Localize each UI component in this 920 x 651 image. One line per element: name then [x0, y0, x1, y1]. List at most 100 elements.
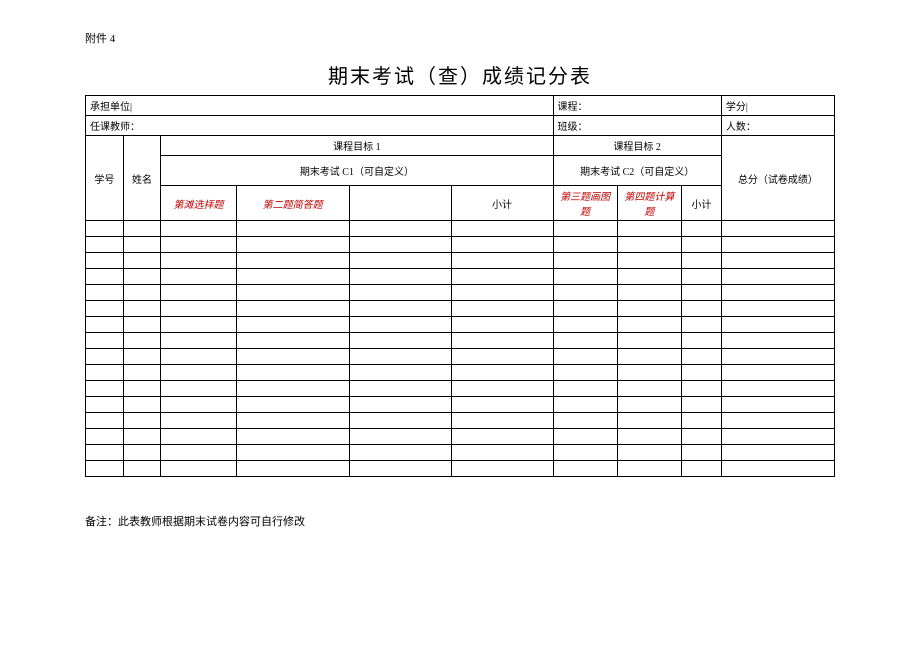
table-row [86, 221, 835, 237]
table-cell [721, 301, 834, 317]
table-cell [86, 429, 124, 445]
table-cell [123, 429, 161, 445]
col-mubiao1: 课程目标 1 [161, 136, 553, 156]
table-cell [161, 237, 236, 253]
table-cell [161, 397, 236, 413]
table-cell [553, 269, 617, 285]
table-cell [161, 429, 236, 445]
table-cell [682, 253, 722, 269]
table-cell [682, 445, 722, 461]
table-cell [123, 397, 161, 413]
table-cell [451, 301, 553, 317]
table-cell [721, 429, 834, 445]
table-cell [86, 285, 124, 301]
table-cell [236, 429, 349, 445]
table-cell [86, 317, 124, 333]
table-cell [349, 381, 451, 397]
table-cell [123, 237, 161, 253]
table-cell [161, 349, 236, 365]
table-cell [617, 349, 681, 365]
table-cell [123, 413, 161, 429]
table-cell [682, 461, 722, 477]
table-cell [349, 285, 451, 301]
info-row-1: 承担单位| 课程： 学分| [86, 96, 835, 116]
table-cell [123, 221, 161, 237]
table-cell [236, 285, 349, 301]
table-cell [161, 381, 236, 397]
table-cell [617, 317, 681, 333]
table-cell [617, 381, 681, 397]
count-label: 人数： [721, 116, 834, 136]
table-cell [451, 461, 553, 477]
info-row-2: 任课教师： 班级： 人数： [86, 116, 835, 136]
table-row [86, 253, 835, 269]
class-label: 班级： [553, 116, 721, 136]
table-cell [721, 445, 834, 461]
col-q4: 第四题计算题 [617, 186, 681, 221]
table-cell [682, 237, 722, 253]
table-cell [682, 269, 722, 285]
col-mubiao2: 课程目标 2 [553, 136, 721, 156]
table-cell [617, 429, 681, 445]
table-cell [451, 269, 553, 285]
table-cell [617, 413, 681, 429]
table-cell [451, 365, 553, 381]
table-cell [721, 397, 834, 413]
table-row [86, 237, 835, 253]
table-cell [451, 317, 553, 333]
table-cell [236, 445, 349, 461]
table-row [86, 397, 835, 413]
table-cell [236, 333, 349, 349]
table-cell [349, 237, 451, 253]
table-cell [617, 461, 681, 477]
col-xuehao: 学号 [86, 136, 124, 221]
table-cell [349, 253, 451, 269]
table-cell [553, 445, 617, 461]
table-cell [721, 381, 834, 397]
table-cell [553, 301, 617, 317]
table-cell [721, 317, 834, 333]
col-zongfen: 总分（试卷成绩） [721, 136, 834, 221]
table-cell [451, 333, 553, 349]
table-cell [721, 237, 834, 253]
col-xingming: 姓名 [123, 136, 161, 221]
table-cell [161, 413, 236, 429]
table-cell [86, 237, 124, 253]
table-cell [553, 413, 617, 429]
table-cell [123, 365, 161, 381]
table-cell [617, 333, 681, 349]
table-cell [553, 221, 617, 237]
table-row [86, 429, 835, 445]
table-cell [86, 365, 124, 381]
table-cell [682, 285, 722, 301]
table-cell [123, 381, 161, 397]
table-cell [236, 221, 349, 237]
table-cell [682, 221, 722, 237]
table-row [86, 333, 835, 349]
table-cell [236, 397, 349, 413]
table-cell [617, 365, 681, 381]
table-cell [617, 285, 681, 301]
table-cell [236, 413, 349, 429]
table-cell [617, 301, 681, 317]
table-cell [86, 349, 124, 365]
table-cell [617, 397, 681, 413]
table-cell [161, 317, 236, 333]
teacher-label: 任课教师： [86, 116, 554, 136]
table-cell [682, 317, 722, 333]
table-cell [682, 333, 722, 349]
table-cell [721, 333, 834, 349]
table-cell [123, 269, 161, 285]
table-cell [161, 285, 236, 301]
table-cell [161, 301, 236, 317]
table-cell [553, 429, 617, 445]
table-cell [721, 413, 834, 429]
table-cell [236, 237, 349, 253]
table-cell [86, 269, 124, 285]
table-cell [236, 253, 349, 269]
table-cell [553, 237, 617, 253]
table-cell [236, 301, 349, 317]
attachment-label: 附件 4 [85, 30, 835, 46]
table-row [86, 301, 835, 317]
table-cell [451, 413, 553, 429]
